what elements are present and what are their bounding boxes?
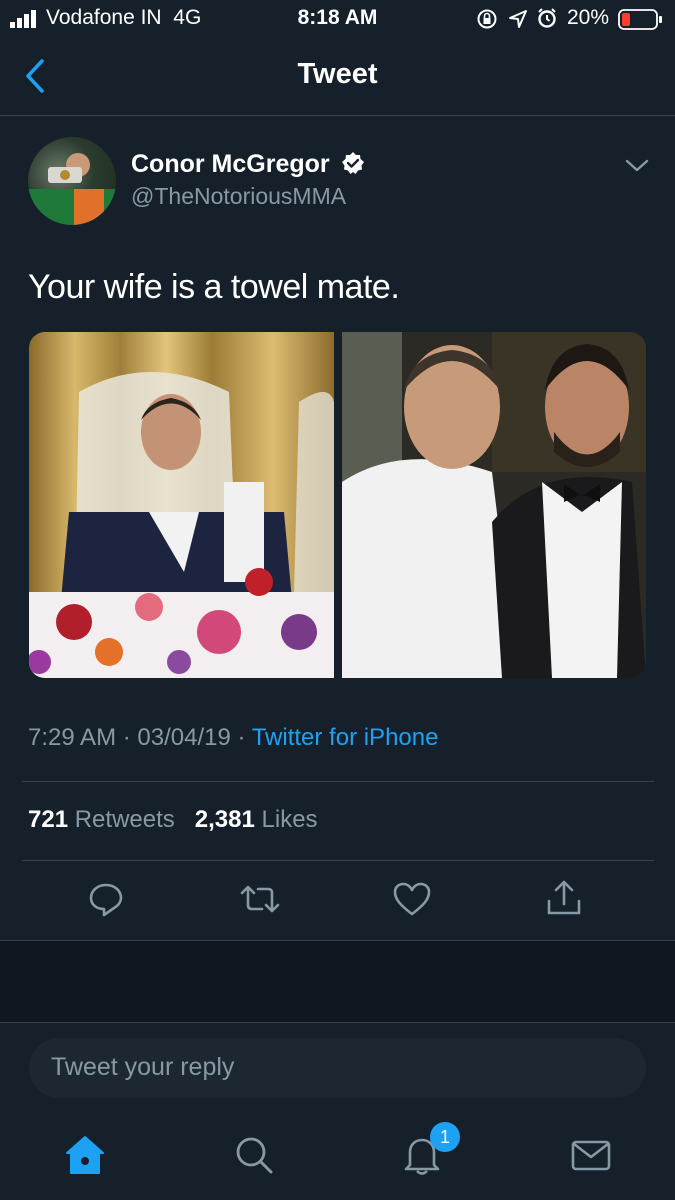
header-divider — [0, 115, 675, 116]
messages-icon[interactable] — [569, 1133, 613, 1177]
tweet-photo-right[interactable] — [342, 332, 646, 678]
tweet-meta: 7:29 AM · 03/04/19 · Twitter for iPhone — [28, 724, 438, 752]
tweet-source-link[interactable]: Twitter for iPhone — [252, 724, 439, 751]
reply-icon[interactable] — [84, 877, 128, 921]
alarm-icon — [538, 8, 556, 28]
search-icon[interactable] — [232, 1133, 276, 1177]
tweet-photo-left[interactable] — [29, 332, 334, 678]
like-icon[interactable] — [390, 877, 434, 921]
likes-stat[interactable]: 2,381 Likes — [195, 806, 318, 833]
reply-placeholder: Tweet your reply — [51, 1053, 235, 1081]
battery-icon — [618, 9, 662, 30]
display-name[interactable]: Conor McGregor — [131, 150, 365, 179]
content-spacer — [0, 941, 675, 1023]
status-bar: Vodafone IN 4G 8:18 AM 20% — [0, 0, 675, 40]
orientation-lock-icon — [477, 9, 497, 29]
meta-divider — [22, 781, 654, 782]
retweet-icon[interactable] — [238, 877, 282, 921]
share-icon[interactable] — [542, 877, 586, 921]
home-icon[interactable] — [63, 1133, 107, 1177]
tweet-text: Your wife is a towel mate. — [28, 268, 400, 306]
page-title: Tweet — [297, 58, 378, 90]
reply-divider — [0, 1022, 675, 1023]
photo-right-image — [342, 332, 646, 678]
notifications-badge: 1 — [430, 1122, 460, 1152]
reply-input[interactable]: Tweet your reply — [29, 1038, 646, 1098]
verified-badge-icon — [341, 152, 364, 174]
photo-left-image — [29, 332, 334, 678]
avatar-image — [28, 153, 116, 225]
user-handle[interactable]: @TheNotoriousMMA — [131, 183, 346, 210]
tweet-timestamp: 7:29 AM · 03/04/19 · — [28, 724, 246, 751]
location-icon — [509, 10, 527, 28]
engagement-counts: 721 Retweets 2,381 Likes — [28, 806, 318, 834]
avatar[interactable] — [28, 137, 116, 225]
retweets-stat[interactable]: 721 Retweets — [28, 806, 175, 833]
chevron-down-icon[interactable] — [624, 157, 650, 175]
battery-percent: 20% — [567, 6, 610, 29]
counts-divider — [22, 860, 654, 861]
